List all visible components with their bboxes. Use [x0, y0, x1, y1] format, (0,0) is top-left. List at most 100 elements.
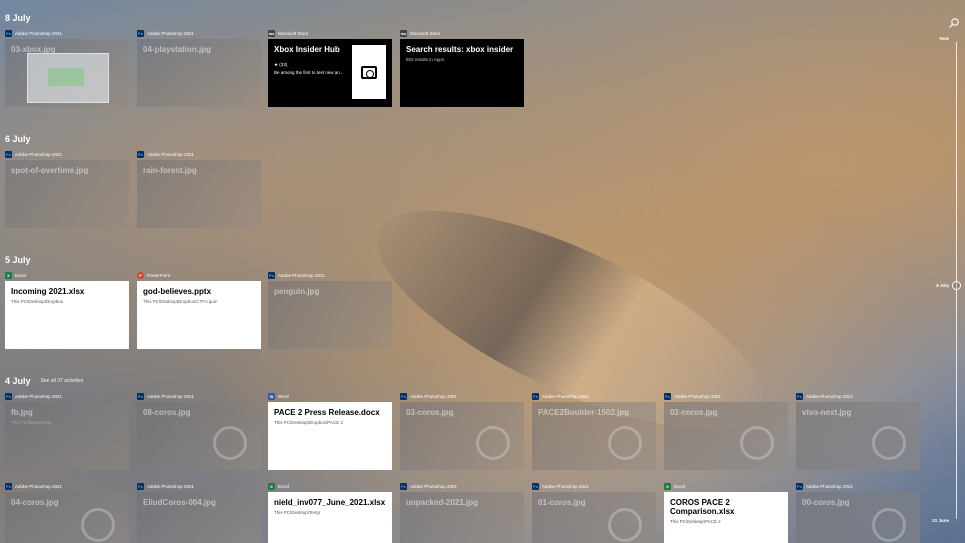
activity-card-body: spot-of-overtime.jpg	[5, 160, 129, 228]
activity-card[interactable]: Ps Adobe Photoshop 2021 08-coros.jpg	[137, 393, 261, 470]
activity-app-header: X Excel	[268, 482, 289, 491]
app-name: Adobe Photoshop 2021	[806, 394, 854, 399]
app-name: Adobe Photoshop 2021	[147, 31, 195, 36]
activity-app-header: Ps Adobe Photoshop 2021	[137, 29, 194, 38]
activity-app-header: Ps Adobe Photoshop 2021	[268, 271, 325, 280]
photoshop-icon: Ps	[532, 393, 539, 400]
activity-title: EliudCoros-004.jpg	[143, 498, 216, 507]
activity-card[interactable]: W Word PACE 2 Press Release.docx This PC\De…	[268, 393, 392, 470]
activity-title: Incoming 2021.xlsx	[11, 287, 85, 296]
activity-app-header: Ps Adobe Photoshop 2021	[5, 150, 62, 159]
date-text: 8 July	[5, 13, 31, 23]
app-name: Adobe Photoshop 2021	[147, 152, 195, 157]
store-icon: ms	[268, 30, 275, 37]
activity-card-body: 00-coros.jpg	[796, 492, 920, 543]
activity-card[interactable]: ms Microsoft Store Xbox Insider Hub ★ (33) B…	[268, 30, 392, 107]
activity-app-header: Ps Adobe Photoshop 2021	[532, 392, 589, 401]
activity-path: This PC\Desktop\Temp	[274, 510, 321, 516]
watch-thumbnail-image	[81, 508, 115, 542]
activity-path: This PC\Desktop\Dropbox	[11, 299, 64, 305]
app-name: Adobe Photoshop 2021	[674, 394, 722, 399]
activity-card[interactable]: Ps Adobe Photoshop 2021 04-playstation.jpg	[137, 30, 261, 107]
activity-card[interactable]: X Excel COROS PACE 2 Comparison.xlsx This P…	[664, 483, 788, 543]
activity-card-body: 02-coros.jpg	[664, 402, 788, 470]
activity-app-header: Ps Adobe Photoshop 2021	[137, 150, 194, 159]
photoshop-icon: Ps	[137, 483, 144, 490]
watch-thumbnail-image	[872, 508, 906, 542]
activity-path: This PC\Desktop\PACE 2	[670, 519, 721, 525]
activity-app-header: Ps Adobe Photoshop 2021	[5, 29, 62, 38]
activity-title: god-believes.pptx	[143, 287, 212, 296]
activity-title: 00-coros.jpg	[802, 498, 850, 507]
thumbnail-image	[27, 53, 109, 103]
activity-app-header: Ps Adobe Photoshop 2021	[532, 482, 589, 491]
activity-app-header: ms Microsoft Store	[268, 29, 308, 38]
date-group-label: 8 July	[5, 13, 41, 23]
activity-card[interactable]: ms Microsoft Store Search results: xbox in…	[400, 30, 524, 107]
app-name: Adobe Photoshop 2021	[15, 31, 63, 36]
activity-app-header: Ps Adobe Photoshop 2021	[400, 482, 457, 491]
activity-app-header: X Excel	[664, 482, 685, 491]
activity-card[interactable]: Ps Adobe Photoshop 2021 03-xbox.jpg	[5, 30, 129, 107]
photoshop-icon: Ps	[137, 151, 144, 158]
app-name: Excel	[674, 484, 686, 489]
excel-icon: X	[664, 483, 671, 490]
activity-path: This PC\Temp\Temp	[11, 420, 52, 426]
activity-card[interactable]: Ps Adobe Photoshop 2021 03-coros.jpg	[400, 393, 524, 470]
activity-title: 04-coros.jpg	[11, 498, 59, 507]
activity-card[interactable]: Ps Adobe Photoshop 2021 00-coros.jpg	[796, 483, 920, 543]
activity-path: This PC\Desktop\Dropbox\PACE 2	[274, 420, 343, 426]
watch-thumbnail-image	[608, 426, 642, 460]
activity-card[interactable]: Ps Adobe Photoshop 2021 04-coros.jpg	[5, 483, 129, 543]
activity-card[interactable]: Ps Adobe Photoshop 2021 PACE2Boulder-1502.…	[532, 393, 656, 470]
activity-card-body: PACE 2 Press Release.docx This PC\Desktop…	[268, 402, 392, 470]
activity-card[interactable]: Ps Adobe Photoshop 2021 rain-forest.jpg	[137, 151, 261, 228]
activity-card-body: unpacked-2021.jpg	[400, 492, 524, 543]
date-text: 5 July	[5, 255, 31, 265]
watch-thumbnail-image	[740, 426, 774, 460]
activity-card-body: god-believes.pptx This PC\Desktop\Dropbox…	[137, 281, 261, 349]
app-name: Adobe Photoshop 2021	[410, 484, 458, 489]
activity-app-header: Ps Adobe Photoshop 2021	[5, 392, 62, 401]
activity-app-header: Ps Adobe Photoshop 2021	[400, 392, 457, 401]
activity-title: rain-forest.jpg	[143, 166, 197, 175]
watch-thumbnail-image	[213, 426, 247, 460]
activity-card-body: Search results: xbox insider 503 results …	[400, 39, 524, 107]
activity-title: PACE 2 Press Release.docx	[274, 408, 380, 417]
activity-card[interactable]: X Excel nield_inv077_June_2021.xlsx This PC…	[268, 483, 392, 543]
activity-title: 03-coros.jpg	[406, 408, 454, 417]
app-name: Adobe Photoshop 2021	[147, 394, 195, 399]
search-button[interactable]	[948, 16, 960, 28]
date-group-label: 6 July	[5, 134, 41, 144]
see-all-activities-link[interactable]: See all 37 activities	[41, 378, 84, 384]
app-name: Adobe Photoshop 2021	[542, 394, 590, 399]
activity-card[interactable]: Ps Adobe Photoshop 2021 fb.jpg This PC\Temp…	[5, 393, 129, 470]
activity-card[interactable]: Ps Adobe Photoshop 2021 vivo-next.jpg	[796, 393, 920, 470]
activity-card-body: 01-coros.jpg	[532, 492, 656, 543]
watch-thumbnail-image	[476, 426, 510, 460]
photoshop-icon: Ps	[400, 393, 407, 400]
activity-card-body: fb.jpg This PC\Temp\Temp	[5, 402, 129, 470]
photoshop-icon: Ps	[532, 483, 539, 490]
activity-card[interactable]: X Excel Incoming 2021.xlsx This PC\Desktop\…	[5, 272, 129, 349]
activity-card[interactable]: Ps Adobe Photoshop 2021 spot-of-overtime.j…	[5, 151, 129, 228]
photoshop-icon: Ps	[664, 393, 671, 400]
powerpoint-icon: P	[137, 272, 144, 279]
app-name: Microsoft Store	[410, 31, 441, 36]
app-name: Excel	[15, 273, 27, 278]
timeline-thumb[interactable]	[952, 281, 961, 290]
activity-card[interactable]: Ps Adobe Photoshop 2021 penguin.jpg	[268, 272, 392, 349]
activity-title: 01-coros.jpg	[538, 498, 586, 507]
activity-card-body: Incoming 2021.xlsx This PC\Desktop\Dropbo…	[5, 281, 129, 349]
activity-card[interactable]: Ps Adobe Photoshop 2021 01-coros.jpg	[532, 483, 656, 543]
activity-card[interactable]: Ps Adobe Photoshop 2021 unpacked-2021.jpg	[400, 483, 524, 543]
app-name: Adobe Photoshop 2021	[278, 273, 326, 278]
photoshop-icon: Ps	[5, 151, 12, 158]
activity-title: nield_inv077_June_2021.xlsx	[274, 498, 386, 507]
activity-card[interactable]: P PowerPoint god-believes.pptx This PC\Desk…	[137, 272, 261, 349]
activity-card[interactable]: Ps Adobe Photoshop 2021 EliudCoros-004.jpg	[137, 483, 261, 543]
activity-title: 08-coros.jpg	[143, 408, 191, 417]
store-app-tile	[352, 45, 386, 99]
activity-card[interactable]: Ps Adobe Photoshop 2021 02-coros.jpg	[664, 393, 788, 470]
photoshop-icon: Ps	[5, 30, 12, 37]
